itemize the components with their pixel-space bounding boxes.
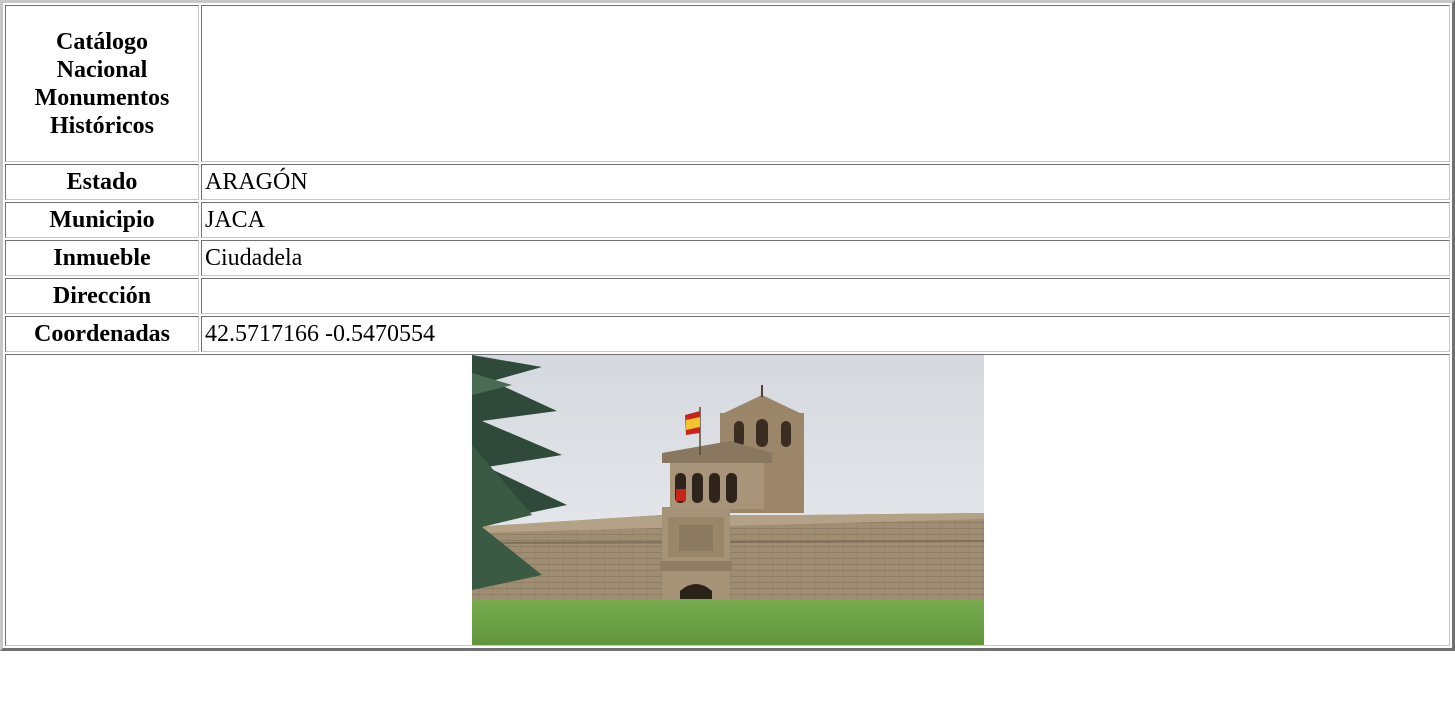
direccion-label: Dirección [5, 278, 199, 314]
inmueble-row: Inmueble Ciudadela [5, 240, 1450, 276]
estado-label: Estado [5, 164, 199, 200]
photo-cell [5, 354, 1450, 646]
monument-photo [471, 355, 984, 645]
coordenadas-value: 42.5717166 -0.5470554 [201, 316, 1450, 352]
grass [471, 599, 984, 645]
loggia [661, 441, 772, 509]
municipio-row: Municipio JACA [5, 202, 1450, 238]
catalog-title: Catálogo Nacional Monumentos Históricos [5, 5, 199, 162]
inmueble-label: Inmueble [5, 240, 199, 276]
catalog-title-value [201, 5, 1450, 162]
inmueble-value: Ciudadela [201, 240, 1450, 276]
coordenadas-label: Coordenadas [5, 316, 199, 352]
gate-portal [659, 507, 732, 603]
monument-catalog-table: Catálogo Nacional Monumentos Históricos … [0, 0, 1455, 651]
coordenadas-row: Coordenadas 42.5717166 -0.5470554 [5, 316, 1450, 352]
estado-row: Estado ARAGÓN [5, 164, 1450, 200]
direccion-row: Dirección [5, 278, 1450, 314]
municipio-label: Municipio [5, 202, 199, 238]
estado-value: ARAGÓN [201, 164, 1450, 200]
photo-row [5, 354, 1450, 646]
municipio-value: JACA [201, 202, 1450, 238]
direccion-value [201, 278, 1450, 314]
catalog-title-row: Catálogo Nacional Monumentos Históricos [5, 5, 1450, 162]
